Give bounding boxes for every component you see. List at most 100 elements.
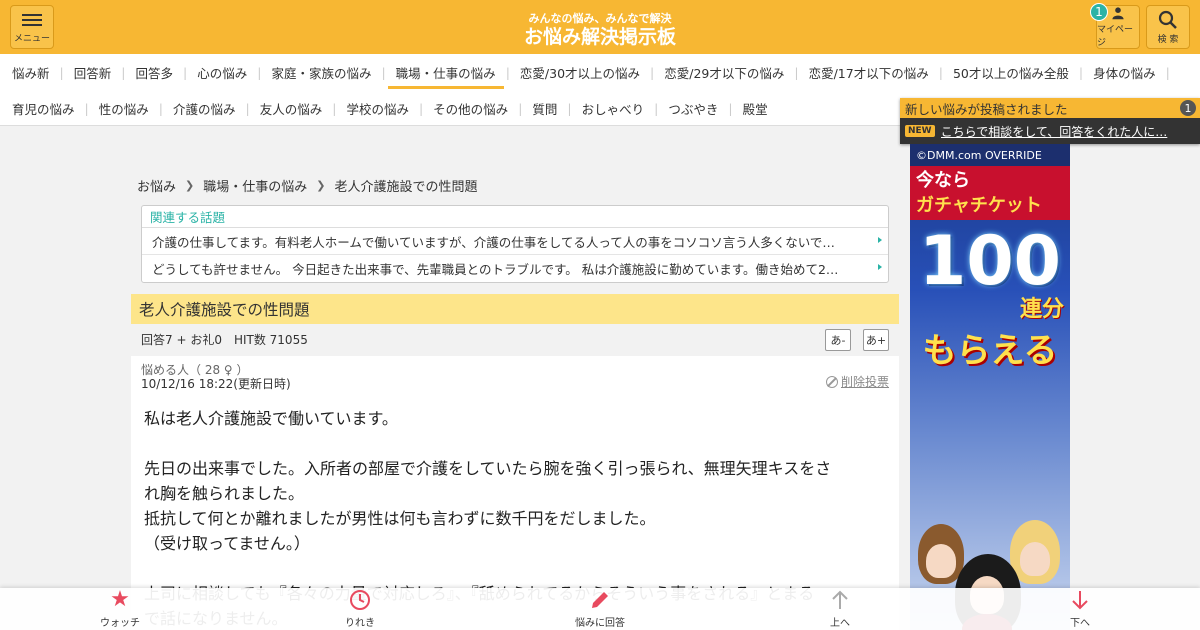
category-separator: | <box>518 100 523 116</box>
scroll-up-label: 上へ <box>830 618 850 629</box>
post-body-line: れ胸を触られました。 <box>144 484 305 503</box>
font-smaller-button[interactable]: あ- <box>825 329 851 351</box>
arrow-right-icon <box>878 237 882 243</box>
category-link[interactable]: 恋愛/17才以下の悩み <box>809 54 929 90</box>
category-link[interactable]: 殿堂 <box>743 90 768 126</box>
scroll-up-button[interactable]: 上へ <box>800 588 880 630</box>
category-link[interactable]: 友人の悩み <box>260 90 323 126</box>
category-separator: | <box>84 100 89 116</box>
ad-moraeru: もらえる <box>922 331 1058 371</box>
related-item-text: 介護の仕事してます。有料老人ホームで働いていますが、介護の仕事をしてる人って人の… <box>152 234 835 250</box>
related-item-text: どうしても許せません。 今日起きた出来事で、先輩職員とのトラブルです。 私は介護… <box>152 262 839 277</box>
post-body-line: 私は老人介護施設で働いています。 <box>144 409 398 428</box>
scroll-down-label: 下へ <box>1070 618 1090 629</box>
user-icon <box>1112 7 1124 20</box>
category-link[interactable]: 育児の悩み <box>12 90 75 126</box>
watch-button[interactable]: ★ ウォッチ <box>80 588 160 630</box>
thread-title: 老人介護施設での性問題 <box>131 294 899 324</box>
search-icon <box>1158 10 1177 29</box>
advertisement[interactable]: ©DMM.com OVERRIDE 今なら ガチャチケット 100 連分 もらえ… <box>910 144 1070 630</box>
search-button[interactable]: 検 索 <box>1146 5 1190 49</box>
font-larger-button[interactable]: あ+ <box>863 329 889 351</box>
notification-count: 1 <box>1180 100 1196 116</box>
breadcrumb-item[interactable]: お悩み <box>137 176 176 195</box>
chevron-right-icon: ❯ <box>316 179 326 192</box>
thread-stats: 回答7 + お礼0 HIT数 71055 <box>131 324 899 354</box>
mypage-label: マイページ <box>1097 25 1134 48</box>
category-link[interactable]: 職場・仕事の悩み <box>387 54 504 90</box>
category-link[interactable]: おしゃべり <box>582 90 645 126</box>
breadcrumb-current: 老人介護施設での性問題 <box>334 180 478 195</box>
category-row-2: 育児の悩み | 性の悩み | 介護の悩み | 友人の悩み | 学校の悩み | その他の悩み | 質問 | お… <box>0 90 768 126</box>
history-label: りれき <box>345 618 375 629</box>
category-row-1: 悩み新 | 回答新 | 回答多 | 心の悩み | 家庭・家族の悩み | 職場・仕事の悩み | 恋愛/30… <box>0 54 1180 90</box>
post-body-line <box>144 431 889 456</box>
ad-copyright: ©DMM.com OVERRIDE <box>910 144 1070 166</box>
category-separator: | <box>158 100 163 116</box>
post-body-line: （受け取ってません。） <box>144 534 310 553</box>
category-separator: | <box>728 100 733 116</box>
category-separator: | <box>381 64 386 80</box>
category-link[interactable]: つぶやき <box>668 90 718 126</box>
category-link[interactable]: 50才以上の悩み全般 <box>953 54 1069 90</box>
ad-banner-strip: 今なら ガチャチケット <box>910 166 1070 220</box>
arrow-down-icon <box>1068 588 1092 612</box>
category-separator: | <box>505 64 510 80</box>
category-link[interactable]: 恋愛/30才以上の悩み <box>520 54 640 90</box>
breadcrumb-item[interactable]: 職場・仕事の悩み <box>203 176 307 195</box>
ad-line2: ガチャチケット <box>916 195 1042 216</box>
post-date: 10/12/16 18:22(更新日時) <box>141 377 291 391</box>
related-item[interactable]: どうしても許せません。 今日起きた出来事で、先輩職員とのトラブルです。 私は介護… <box>142 255 888 282</box>
category-link[interactable]: 回答多 <box>135 54 173 90</box>
star-icon: ★ <box>110 587 130 612</box>
new-tag: NEW <box>905 125 935 137</box>
arrow-up-icon <box>828 588 852 612</box>
category-link[interactable]: 介護の悩み <box>173 90 236 126</box>
category-link[interactable]: 性の悩み <box>99 90 149 126</box>
related-item[interactable]: 介護の仕事してます。有料老人ホームで働いていますが、介護の仕事をしてる人って人の… <box>142 228 888 255</box>
delete-vote-label: 削除投票 <box>840 375 889 389</box>
scroll-down-button[interactable]: 下へ <box>1040 588 1120 630</box>
notification-body[interactable]: NEW こちらで相談をして、回答をくれた人に… <box>900 118 1200 144</box>
category-separator: | <box>650 64 655 80</box>
category-link[interactable]: その他の悩み <box>433 90 508 126</box>
reply-label: 悩みに回答 <box>575 618 625 629</box>
category-link[interactable]: 学校の悩み <box>346 90 409 126</box>
delete-vote-link[interactable]: 削除投票 <box>825 373 889 390</box>
search-label: 検 索 <box>1157 34 1179 45</box>
site-header: メニュー みんなの悩み、みんなで解決 お悩み解決掲示板 マイページ 1 検 索 <box>0 0 1200 54</box>
reply-button[interactable]: 悩みに回答 <box>560 588 640 630</box>
category-link[interactable]: 恋愛/29才以下の悩み <box>664 54 784 90</box>
category-link[interactable]: 身体の悩み <box>1093 54 1156 90</box>
category-link[interactable]: 悩み新 <box>12 54 50 90</box>
category-separator: | <box>567 100 572 116</box>
watch-label: ウォッチ <box>100 618 140 629</box>
category-separator: | <box>257 64 262 80</box>
category-separator: | <box>121 64 126 80</box>
clock-icon <box>348 588 372 612</box>
site-title[interactable]: お悩み解決掲示板 <box>0 22 1200 49</box>
category-separator: | <box>182 64 188 80</box>
category-link[interactable]: 質問 <box>532 90 557 126</box>
breadcrumb: お悩み ❯ 職場・仕事の悩み ❯ 老人介護施設での性問題 <box>137 176 477 195</box>
new-post-notification[interactable]: 新しい悩みが投稿されました 1 NEW こちらで相談をして、回答をくれた人に… <box>900 98 1200 144</box>
category-link[interactable]: 家庭・家族の悩み <box>271 54 371 90</box>
category-separator: | <box>1165 64 1170 80</box>
category-separator: | <box>245 100 250 116</box>
notification-title: 新しい悩みが投稿されました <box>905 101 1068 117</box>
bottom-toolbar: ★ ウォッチ りれき 悩みに回答 上へ 下へ <box>0 588 1200 630</box>
related-heading: 関連する話題 <box>142 206 888 228</box>
post-body-line <box>144 556 889 581</box>
notification-link[interactable]: こちらで相談をして、回答をくれた人に… <box>941 123 1191 140</box>
mypage-badge: 1 <box>1090 3 1108 21</box>
history-button[interactable]: りれき <box>320 588 400 630</box>
category-separator: | <box>332 100 337 116</box>
category-link[interactable]: 心の悩み <box>197 54 247 90</box>
pencil-icon <box>588 588 612 612</box>
arrow-right-icon <box>878 264 882 270</box>
post-body-line: 先日の出来事でした。入所者の部屋で介護をしていたら腕を強く引っ張られ、無理矢理キ… <box>144 459 832 478</box>
prohibit-icon <box>825 375 838 388</box>
notification-header: 新しい悩みが投稿されました 1 <box>900 98 1200 118</box>
category-link[interactable]: 回答新 <box>74 54 112 90</box>
ad-big-number: 100 <box>919 222 1061 301</box>
